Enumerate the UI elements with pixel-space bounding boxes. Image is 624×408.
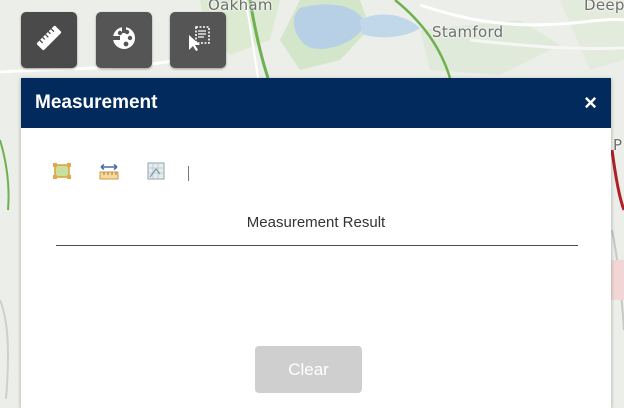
- select-draw-icon: [183, 23, 213, 58]
- panel-header: Measurement ×: [21, 78, 611, 128]
- measure-mode-row: [51, 162, 189, 184]
- map-label-stamford: Stamford: [432, 23, 504, 41]
- distance-measure-button[interactable]: [98, 162, 120, 184]
- result-divider: [56, 245, 578, 246]
- panel-title: Measurement: [35, 92, 158, 113]
- area-measure-button[interactable]: [51, 162, 73, 184]
- map-label-p: P: [613, 136, 623, 154]
- palette-icon: [109, 23, 139, 58]
- location-measure-icon: [145, 160, 167, 187]
- area-measure-icon: [51, 160, 73, 187]
- measurement-result-label: Measurement Result: [246, 214, 386, 231]
- ruler-icon: [34, 23, 64, 58]
- mode-separator: [188, 165, 189, 181]
- close-button[interactable]: ×: [584, 92, 597, 114]
- distance-measure-icon: [98, 160, 120, 187]
- basemap-tool-button[interactable]: [96, 12, 152, 68]
- location-measure-button[interactable]: [145, 162, 167, 184]
- map-label-deep: Deep: [584, 0, 624, 14]
- select-tool-button[interactable]: [170, 12, 226, 68]
- clear-button[interactable]: Clear: [255, 346, 362, 393]
- measurement-panel: Measurement × Measurement Result Clear: [21, 78, 611, 408]
- measure-tool-button[interactable]: [21, 12, 77, 68]
